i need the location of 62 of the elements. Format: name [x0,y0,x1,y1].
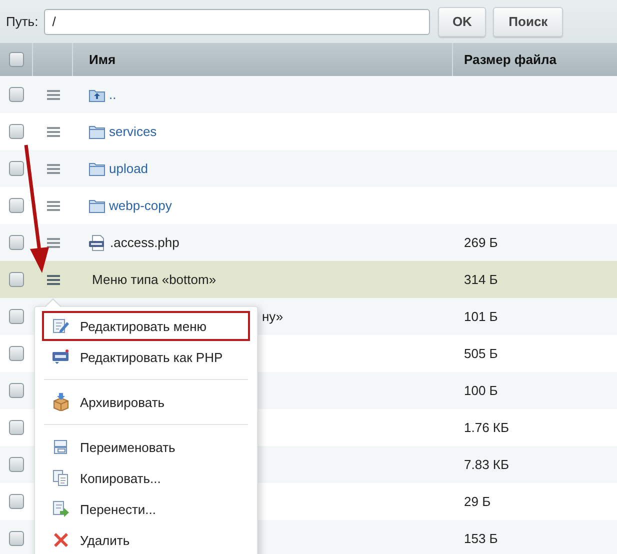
menu-icon[interactable] [46,126,60,136]
menu-icon[interactable] [46,90,60,100]
selected-row[interactable]: Меню типа «bottom» 314 Б [0,261,617,298]
checkbox[interactable] [9,346,24,361]
folder-link[interactable]: services [109,124,157,139]
checkbox[interactable] [9,235,24,250]
toolbar-button[interactable]: Поиск [493,6,564,36]
file-size: 29 Б [464,494,491,509]
menu-item[interactable]: Переименовать [42,432,250,462]
path-label: Путь: [6,14,38,29]
path-field[interactable]: / [44,8,430,34]
checkbox[interactable] [9,124,24,139]
edit-document-icon [52,318,70,334]
toolbar-button[interactable]: OK [438,6,486,36]
parent-folder-icon [89,88,105,102]
folder-icon [89,198,105,212]
checkbox[interactable] [9,383,24,398]
file-size: 153 Б [464,531,498,546]
php-file-icon [89,234,106,250]
menu-icon[interactable] [46,200,60,210]
folder-icon [89,162,105,176]
file-size: 505 Б [464,346,498,361]
checkbox[interactable] [9,457,24,472]
window-icon [52,439,70,455]
menu-item[interactable]: Архивировать [42,387,250,417]
delete-icon [52,532,70,548]
box-icon [52,393,70,411]
menu-item[interactable]: Удалить [42,525,250,554]
checkbox[interactable] [9,531,24,546]
checkbox[interactable] [9,420,24,435]
checkbox[interactable] [9,198,24,213]
folder-link[interactable]: webp-copy [109,198,172,213]
checkbox[interactable] [8,52,24,67]
move-document-icon [52,500,70,518]
folder-link[interactable]: upload [109,161,148,176]
checkbox[interactable] [9,161,24,176]
menu-item[interactable]: Редактировать меню [42,311,250,341]
menu-icon[interactable] [46,238,60,248]
folder-link[interactable]: .. [109,87,116,102]
menu-item[interactable]: Копировать... [42,463,250,493]
menu-item[interactable]: Редактировать как PHP [42,342,250,372]
file-name: ну» [262,309,284,324]
menu-icon[interactable] [46,274,60,284]
column-header[interactable]: Размер файла [464,52,557,67]
folder-icon [89,124,105,138]
menu-item[interactable]: Перенести... [42,494,250,524]
file-name: .access.php [110,235,180,250]
file-size: 1.76 КБ [464,420,510,435]
file-size: 269 Б [464,235,498,250]
checkbox[interactable] [9,272,24,287]
checkbox[interactable] [9,87,24,102]
file-size: 314 Б [464,272,498,287]
file-size: 7.83 КБ [464,457,510,472]
file-size: 100 Б [464,383,498,398]
checkbox[interactable] [9,494,24,509]
php-icon [52,349,70,365]
menu-icon[interactable] [46,164,60,174]
file-size: 101 Б [464,309,498,324]
column-header[interactable]: Имя [89,52,116,67]
copy-icon [52,469,70,487]
file-name: Меню типа «bottom» [92,272,216,287]
checkbox[interactable] [9,309,24,324]
